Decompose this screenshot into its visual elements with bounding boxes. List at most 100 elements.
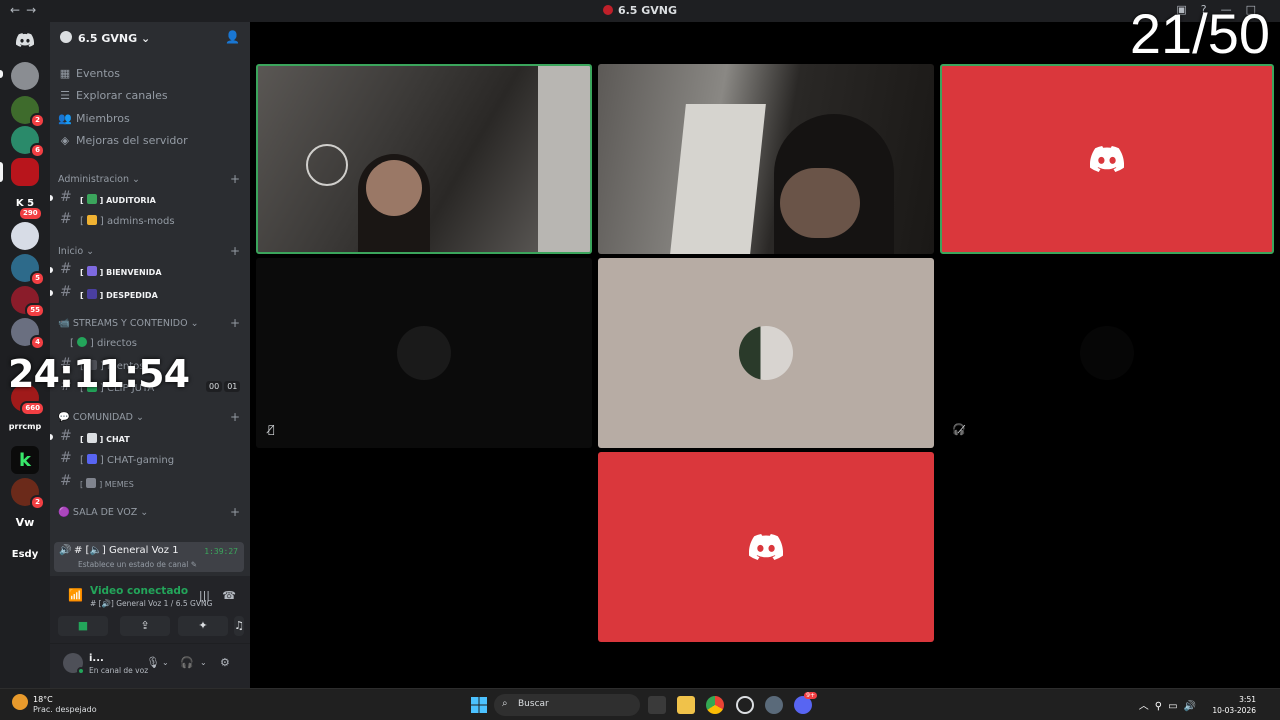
speaker-emoji-icon: 🔈 — [89, 545, 102, 556]
voice-channel-general[interactable]: 🔊 # [🔈] General Voz 1 1:39:27 Establece … — [54, 542, 244, 572]
voice-elapsed-time: 1:39:27 — [204, 547, 238, 556]
voice-location[interactable]: # [🔊] General Voz 1 / 6.5 GVNG — [90, 599, 212, 608]
server-icon — [602, 5, 613, 15]
guild-avatar[interactable] — [11, 222, 39, 250]
timer-overlay: 24:11:54 — [8, 352, 190, 396]
add-channel-icon[interactable]: + — [230, 244, 240, 258]
soundboard-icon: ♫ — [234, 619, 244, 632]
nav-mejoras[interactable]: ◈ Mejoras del servidor — [58, 134, 188, 154]
noise-suppression-icon[interactable]: ||| — [199, 589, 210, 602]
screen-share-icon: ⇪ — [140, 619, 150, 632]
system-tray[interactable]: ︿⚲▭🔊 — [1139, 697, 1202, 712]
camera-button[interactable]: ■ — [58, 616, 108, 636]
guild-avatar-active[interactable] — [11, 158, 39, 186]
guild-avatar[interactable]: k — [11, 446, 39, 474]
nav-eventos[interactable]: ▦ Eventos — [58, 67, 120, 87]
voice-connection-panel: 📶 Video conectado # [🔊] General Voz 1 / … — [50, 576, 250, 644]
face — [780, 168, 860, 238]
pencil-icon: ✎ — [190, 560, 198, 569]
server-header[interactable]: 6.5 GVNG ⌄ 👤 — [50, 22, 250, 54]
category-administracion[interactable]: Administracion ⌄ + — [58, 172, 242, 186]
nav-explorar-canales[interactable]: ☰ Explorar canales — [58, 89, 168, 109]
avatar-tile-muted[interactable]: 🎙̸ — [256, 258, 592, 448]
category-sala-de-voz[interactable]: 🟣 SALA DE VOZ ⌄ + — [58, 505, 242, 519]
channel-admins-mods[interactable]: #[] admins-mods — [56, 210, 244, 230]
file-explorer-icon[interactable] — [677, 696, 695, 714]
guild-text[interactable]: Esdy — [6, 549, 44, 560]
channel-despedida[interactable]: #[] DESPEDIDA — [50, 283, 244, 303]
guild-avatar[interactable]: 5 — [11, 254, 45, 286]
network-icon[interactable]: ⚲ — [1155, 701, 1168, 712]
guild-avatar[interactable]: 2 — [11, 478, 45, 510]
video-tile-webcam-1[interactable] — [256, 64, 592, 254]
door-background — [538, 66, 590, 252]
video-tile-discord-default[interactable] — [598, 452, 934, 642]
add-channel-icon[interactable]: + — [230, 316, 240, 330]
discord-taskbar-icon[interactable]: 9+ — [794, 692, 817, 714]
category-streams[interactable]: 📹 STREAMS Y CONTENIDO ⌄ + — [58, 316, 242, 330]
guild-avatar[interactable]: 2 — [11, 96, 45, 128]
weather-widget[interactable]: 18°C Prac. despejado — [12, 694, 97, 714]
hashtag-icon: # — [60, 261, 72, 277]
avatar — [397, 326, 451, 380]
online-status-icon — [77, 667, 85, 675]
add-member-icon[interactable]: 👤 — [225, 30, 240, 44]
channel-directos[interactable]: [] directos — [56, 332, 244, 352]
monitor-icon[interactable]: ▭ — [1168, 701, 1183, 712]
headphones-icon[interactable]: 🎧 — [180, 656, 194, 669]
weather-sun-icon — [12, 694, 28, 710]
hashtag-icon: # — [60, 189, 72, 205]
windows-taskbar: 18°C Prac. despejado ⌕ Buscar 9+ ︿⚲▭🔊 3:… — [0, 688, 1280, 720]
video-grid: 🎙̸ 🎧̸ — [250, 22, 1280, 688]
discord-home-icon[interactable] — [11, 26, 39, 54]
category-comunidad[interactable]: 💬 COMUNIDAD ⌄ + — [58, 410, 242, 424]
browse-channels-icon: ☰ — [60, 89, 70, 102]
chevron-up-icon[interactable]: ︿ — [1139, 701, 1155, 712]
hashtag-icon: # — [60, 284, 72, 300]
avatar — [739, 326, 793, 380]
settings-app-icon[interactable] — [765, 696, 783, 714]
channel-chat-gaming[interactable]: #[] CHAT-gaming — [56, 449, 244, 469]
taskbar-search[interactable]: ⌕ Buscar — [494, 694, 640, 716]
add-channel-icon[interactable]: + — [230, 172, 240, 186]
channel-bienvenida[interactable]: #[] BIENVENIDA — [50, 260, 244, 280]
guild-avatar[interactable] — [11, 62, 39, 90]
activities-button[interactable]: ✦ — [178, 616, 228, 636]
channel-chat[interactable]: #[] CHAT — [50, 427, 244, 447]
chevron-down-icon[interactable]: ⌄ — [162, 658, 169, 667]
guild-text[interactable]: Vw — [6, 516, 44, 529]
chevron-down-icon[interactable]: ⌄ — [200, 658, 207, 667]
avatar-tile[interactable] — [598, 258, 934, 448]
app-icon[interactable] — [736, 696, 754, 714]
video-tile-discord-default[interactable] — [940, 64, 1274, 254]
username[interactable]: i... — [89, 653, 104, 664]
signal-icon[interactable]: 📶 — [68, 588, 83, 602]
disconnect-icon[interactable]: ☎ — [222, 589, 236, 602]
guild-avatar[interactable]: 4 — [11, 318, 45, 350]
volume-icon[interactable]: 🔊 — [1184, 701, 1202, 712]
taskbar-clock[interactable]: 3:51 10-03-2026 — [1212, 694, 1256, 716]
channel-auditoria[interactable]: #[] AUDITORIA — [50, 188, 244, 208]
nav-miembros[interactable]: 👥 Miembros — [58, 112, 130, 132]
soundboard-button[interactable]: ♫ — [234, 616, 244, 636]
chrome-icon[interactable] — [706, 696, 724, 714]
activities-icon: ✦ — [198, 619, 208, 632]
category-inicio[interactable]: Inicio ⌄ + — [58, 244, 242, 258]
task-view-icon[interactable] — [648, 696, 666, 714]
add-channel-icon[interactable]: + — [230, 410, 240, 424]
channel-status-input[interactable]: Establece un estado de canal ✎ — [78, 560, 197, 569]
microphone-icon[interactable]: 🎙 — [146, 656, 160, 669]
screen-share-button[interactable]: ⇪ — [120, 616, 170, 636]
guild-text[interactable]: prrcmp — [6, 422, 44, 431]
video-tile-webcam-2[interactable] — [598, 64, 934, 254]
guild-avatar[interactable]: 6 — [11, 126, 45, 158]
kick-logo-icon: k — [19, 449, 31, 471]
start-menu-icon[interactable] — [470, 696, 488, 714]
voice-status[interactable]: Video conectado — [90, 585, 188, 597]
hashtag-icon: # — [60, 211, 72, 227]
channel-memes[interactable]: #[] MEMES — [56, 472, 244, 492]
settings-gear-icon[interactable]: ⚙ — [220, 656, 230, 669]
add-channel-icon[interactable]: + — [230, 505, 240, 519]
guild-avatar[interactable]: 55 — [11, 286, 45, 318]
avatar-tile-deafened[interactable]: 🎧̸ — [940, 258, 1274, 448]
